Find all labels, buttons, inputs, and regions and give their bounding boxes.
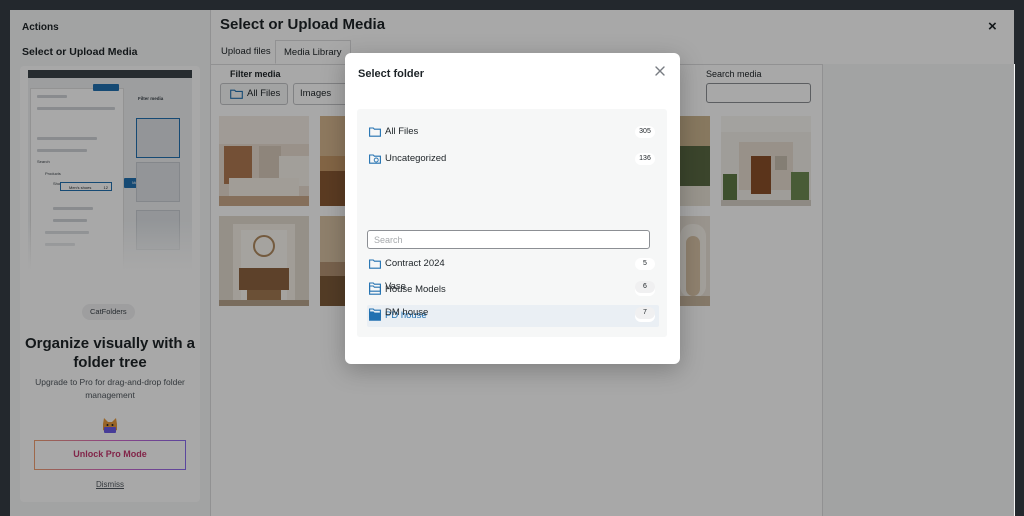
select-folder-dialog: Select folder All Files 305 Uncategorize… — [345, 53, 680, 364]
folder-icon — [369, 282, 381, 292]
folder-item-contract-2024[interactable]: Contract 2024 5 — [367, 253, 659, 275]
folder-search-input[interactable] — [367, 230, 650, 249]
admin-bar — [0, 0, 1024, 10]
folder-icon — [369, 127, 381, 137]
folder-icon — [369, 259, 381, 269]
folder-count-badge: 5 — [635, 258, 655, 270]
folder-icon — [369, 308, 381, 318]
folder-count-badge: 305 — [635, 126, 655, 138]
dialog-title: Select folder — [358, 68, 425, 80]
admin-menu-edge — [0, 0, 10, 516]
folder-count-badge: 7 — [635, 307, 655, 319]
folder-uncategorized-icon — [369, 154, 381, 164]
close-icon[interactable] — [653, 64, 667, 78]
screen-edge — [1014, 0, 1024, 516]
folder-count-badge: 136 — [635, 153, 655, 165]
folder-item-dm-house[interactable]: DM house 7 — [367, 302, 659, 324]
folder-item-all-files[interactable]: All Files 305 — [367, 121, 659, 143]
folder-item-uncategorized[interactable]: Uncategorized 136 — [367, 148, 659, 170]
folder-item-vase[interactable]: Vase 6 — [367, 276, 659, 298]
folder-count-badge: 6 — [635, 281, 655, 293]
